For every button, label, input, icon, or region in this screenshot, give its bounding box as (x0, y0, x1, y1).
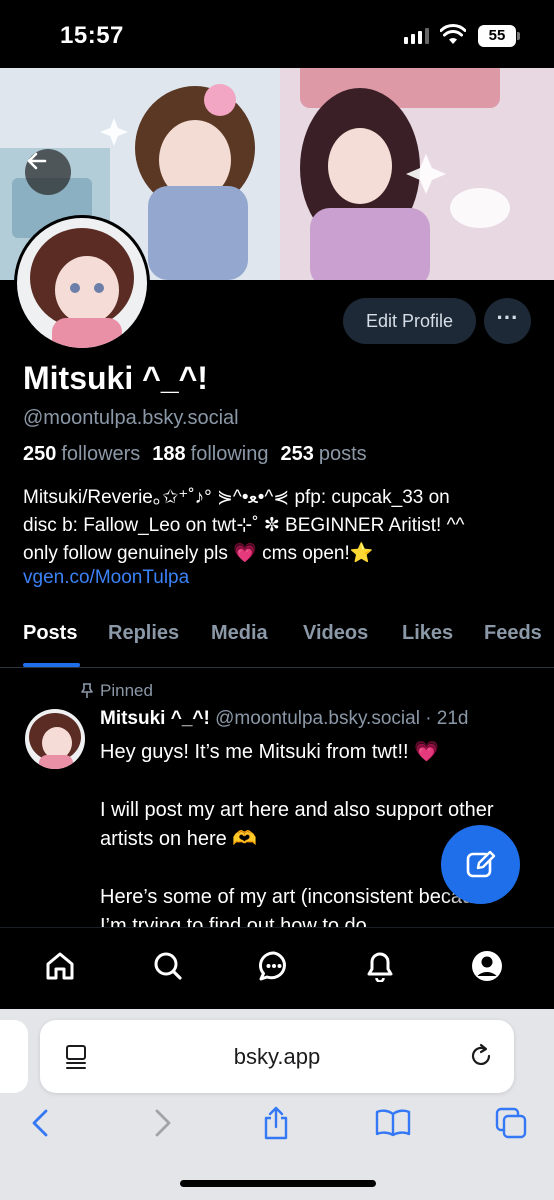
forward-chevron-icon (155, 1109, 171, 1137)
following-stat[interactable]: 188 following (152, 443, 268, 466)
profile-bio: Mitsuki/Reverie｡✩⁺˚♪° ⋟^•ﻌ•^⋞ pfp: cupca… (23, 484, 543, 568)
url-text[interactable]: bsky.app (40, 1044, 514, 1070)
posts-stat: 253 posts (280, 443, 367, 465)
share-icon (264, 1106, 288, 1140)
bottom-navigation (0, 927, 554, 1009)
tab-likes[interactable]: Likes (402, 622, 453, 645)
compose-button[interactable] (441, 825, 520, 904)
avatar-artwork (17, 218, 147, 348)
status-time: 15:57 (60, 22, 124, 49)
nav-home[interactable] (40, 946, 80, 986)
more-options-button[interactable]: ··· (484, 298, 531, 344)
chat-icon (258, 951, 286, 981)
browser-chrome: bsky.app (0, 1009, 554, 1200)
wifi-icon (440, 24, 466, 44)
tabs-button[interactable] (491, 1103, 531, 1143)
bio-line: Mitsuki/Reverie｡✩⁺˚♪° ⋟^•ﻌ•^⋞ pfp: cupca… (23, 487, 450, 508)
browser-back-button[interactable] (21, 1103, 61, 1143)
nav-search[interactable] (148, 946, 188, 986)
status-bar: 15:57 55 (0, 0, 554, 68)
tab-posts[interactable]: Posts (23, 622, 77, 645)
bio-link[interactable]: vgen.co/MoonTulpa (23, 567, 189, 589)
bookmarks-icon (375, 1109, 411, 1137)
tab-feeds[interactable]: Feeds (484, 622, 542, 645)
battery-icon: 55 (478, 25, 520, 47)
profile-stats: 250 followers 188 following 253 posts (23, 443, 367, 466)
edit-profile-button[interactable]: Edit Profile (343, 298, 476, 344)
bell-icon (367, 952, 393, 982)
profile-avatar[interactable] (14, 215, 150, 351)
cellular-signal-icon (404, 28, 429, 44)
back-arrow-icon (27, 152, 47, 170)
home-indicator[interactable] (180, 1180, 376, 1187)
post-header: Mitsuki ^_^! @moontulpa.bsky.social · 21… (100, 708, 469, 730)
profile-icon (472, 951, 502, 981)
tabs-icon (495, 1107, 527, 1139)
active-tab-indicator (23, 663, 80, 667)
share-button[interactable] (256, 1103, 296, 1143)
pin-icon (81, 683, 93, 698)
post-meta: @moontulpa.bsky.social · 21d (215, 708, 469, 729)
bio-line: only follow genuinely pls 💗 cms open!⭐ (23, 543, 374, 564)
nav-notifications[interactable] (360, 946, 400, 986)
nav-chat[interactable] (254, 946, 294, 986)
tab-videos[interactable]: Videos (303, 622, 368, 645)
profile-tabs: Posts Replies Media Videos Likes Feeds (0, 612, 554, 668)
search-icon (154, 952, 182, 980)
post-paragraph: Hey guys! It’s me Mitsuki from twt!! 💗 (100, 741, 440, 763)
bookmarks-button[interactable] (373, 1103, 413, 1143)
browser-forward-button[interactable] (142, 1103, 182, 1143)
bio-line: disc b: Fallow_Leo on twt⊹˚ ✼ BEGINNER A… (23, 515, 465, 536)
back-button[interactable] (25, 149, 71, 195)
post-author-name[interactable]: Mitsuki ^_^! (100, 708, 210, 729)
nav-profile[interactable] (467, 946, 507, 986)
tab-media[interactable]: Media (211, 622, 268, 645)
pinned-label: Pinned (80, 681, 153, 701)
previous-tab-preview[interactable] (0, 1020, 28, 1093)
compose-icon (466, 850, 495, 877)
address-bar[interactable]: bsky.app (40, 1020, 514, 1093)
back-chevron-icon (32, 1109, 48, 1137)
display-name: Mitsuki ^_^! (23, 360, 208, 396)
profile-handle: @moontulpa.bsky.social (23, 407, 239, 429)
home-icon (46, 952, 74, 980)
tab-replies[interactable]: Replies (108, 622, 179, 645)
reload-icon[interactable] (468, 1043, 494, 1069)
post-author-avatar[interactable] (25, 709, 85, 769)
followers-stat[interactable]: 250 followers (23, 443, 140, 466)
